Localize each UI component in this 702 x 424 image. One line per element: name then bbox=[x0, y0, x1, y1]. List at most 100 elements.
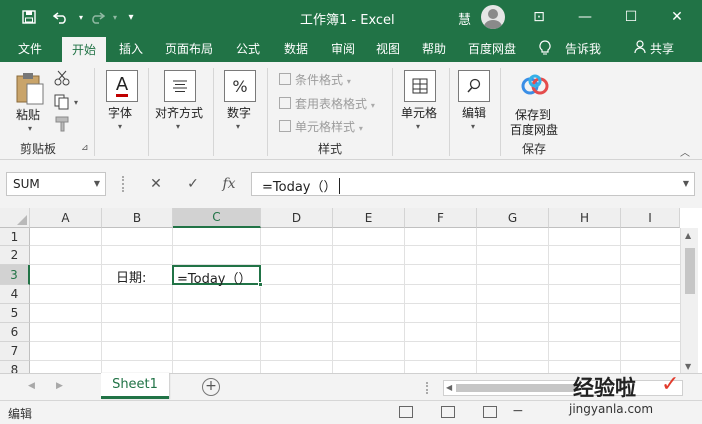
row-header-2[interactable]: 2 bbox=[0, 246, 30, 265]
editing-dropdown-icon[interactable]: ▾ bbox=[471, 122, 475, 131]
tab-baidu-netdisk[interactable]: 百度网盘 bbox=[468, 34, 516, 62]
tab-split-handle[interactable] bbox=[426, 382, 430, 394]
add-sheet-icon[interactable]: + bbox=[202, 378, 220, 396]
dialog-launcher-icon[interactable]: ⊿ bbox=[81, 143, 89, 153]
horizontal-scrollbar[interactable]: ◀ bbox=[443, 380, 683, 396]
cells-icon[interactable] bbox=[404, 70, 436, 102]
column-header-f[interactable]: F bbox=[405, 208, 477, 228]
format-as-table-button[interactable]: 套用表格格式 ▾ bbox=[279, 95, 375, 112]
align-icon[interactable] bbox=[164, 70, 196, 102]
save-icon[interactable] bbox=[18, 6, 40, 28]
next-sheet-icon[interactable]: ▶ bbox=[56, 381, 63, 391]
row-header-7[interactable]: 7 bbox=[0, 342, 30, 361]
customize-qat-button[interactable]: ▾ bbox=[120, 6, 142, 28]
font-dropdown-icon[interactable]: ▾ bbox=[118, 122, 122, 131]
fill-handle[interactable] bbox=[258, 282, 263, 287]
copy-icon[interactable] bbox=[54, 94, 70, 114]
row-header-8[interactable]: 8 bbox=[0, 361, 30, 373]
scroll-down-icon[interactable]: ▼ bbox=[685, 362, 691, 371]
vertical-scrollbar[interactable]: ▲ ▼ bbox=[680, 228, 698, 373]
number-dropdown-icon[interactable]: ▾ bbox=[236, 122, 240, 131]
column-header-b[interactable]: B bbox=[102, 208, 173, 228]
tell-me-search[interactable]: 告诉我 bbox=[565, 34, 601, 62]
page-break-view-icon[interactable] bbox=[483, 406, 497, 418]
horizontal-scroll-thumb[interactable] bbox=[456, 384, 576, 392]
paste-icon[interactable] bbox=[14, 70, 50, 108]
cut-icon[interactable] bbox=[54, 70, 70, 90]
maximize-button[interactable]: ☐ bbox=[608, 0, 654, 34]
insert-function-button[interactable]: fx bbox=[217, 173, 241, 195]
row-header-3[interactable]: 3 bbox=[0, 265, 30, 285]
paste-button[interactable]: 粘贴 bbox=[16, 106, 40, 123]
font-icon[interactable]: A bbox=[106, 70, 138, 102]
tab-view[interactable]: 视图 bbox=[376, 34, 400, 62]
expand-formula-icon[interactable]: ▼ bbox=[683, 179, 689, 188]
close-button[interactable]: ✕ bbox=[654, 0, 700, 34]
cells-dropdown-icon[interactable]: ▾ bbox=[416, 122, 420, 131]
ribbon-separator bbox=[148, 68, 149, 156]
formula-bar-grip[interactable] bbox=[122, 176, 126, 192]
row-header-4[interactable]: 4 bbox=[0, 285, 30, 304]
tab-page-layout[interactable]: 页面布局 bbox=[165, 34, 213, 62]
tab-help[interactable]: 帮助 bbox=[422, 34, 446, 62]
baidu-netdisk-icon[interactable] bbox=[521, 74, 549, 102]
tab-insert[interactable]: 插入 bbox=[119, 34, 143, 62]
search-icon[interactable] bbox=[458, 70, 490, 102]
cell-b3[interactable]: 日期: bbox=[116, 267, 146, 286]
cells-button[interactable]: 单元格 bbox=[401, 104, 437, 121]
tab-data[interactable]: 数据 bbox=[284, 34, 308, 62]
save-group-label: 保存 bbox=[522, 142, 547, 156]
copy-dropdown-icon[interactable]: ▾ bbox=[74, 98, 78, 107]
tab-home[interactable]: 开始 bbox=[62, 37, 107, 62]
column-header-c[interactable]: C bbox=[173, 208, 261, 228]
alignment-dropdown-icon[interactable]: ▾ bbox=[176, 122, 180, 131]
row-header-1[interactable]: 1 bbox=[0, 228, 30, 246]
percent-icon[interactable]: % bbox=[224, 70, 256, 102]
worksheet-grid[interactable]: A B C D E F G H I 1 2 3 4 5 6 7 8 日期: ▲ bbox=[0, 208, 702, 373]
ribbon-display-options-button[interactable]: ⊡ bbox=[516, 0, 562, 34]
tab-formulas[interactable]: 公式 bbox=[236, 34, 260, 62]
column-header-g[interactable]: G bbox=[477, 208, 549, 228]
collapse-ribbon-icon[interactable]: ︿ bbox=[680, 144, 690, 159]
share-button[interactable]: 共享 bbox=[634, 34, 674, 62]
scroll-left-icon[interactable]: ◀ bbox=[446, 383, 452, 392]
minimize-button[interactable]: — bbox=[562, 0, 608, 34]
zoom-out-icon[interactable]: − bbox=[512, 403, 524, 419]
tab-file[interactable]: 文件 bbox=[18, 34, 42, 62]
page-layout-view-icon[interactable] bbox=[441, 406, 455, 418]
avatar[interactable] bbox=[481, 5, 505, 29]
active-cell-c3[interactable]: =Today（） bbox=[172, 265, 263, 287]
sheet-tab-sheet1[interactable]: Sheet1 bbox=[101, 373, 169, 399]
vertical-scroll-thumb[interactable] bbox=[685, 248, 695, 294]
column-header-a[interactable]: A bbox=[30, 208, 102, 228]
lightbulb-icon[interactable] bbox=[539, 34, 551, 62]
prev-sheet-icon[interactable]: ◀ bbox=[28, 381, 35, 391]
number-button[interactable]: 数字 bbox=[227, 104, 251, 121]
tab-review[interactable]: 审阅 bbox=[331, 34, 355, 62]
paste-dropdown-icon[interactable]: ▾ bbox=[28, 124, 32, 133]
format-painter-icon[interactable] bbox=[54, 116, 70, 136]
column-header-i[interactable]: I bbox=[621, 208, 680, 228]
name-box[interactable]: SUM ▼ bbox=[6, 172, 106, 196]
save-to-baidu-line2[interactable]: 百度网盘 bbox=[510, 121, 558, 138]
ribbon-tabs: 文件 开始 插入 页面布局 公式 数据 审阅 视图 帮助 百度网盘 告诉我 共享 bbox=[0, 34, 702, 62]
formula-input[interactable]: =Today（） ▼ bbox=[251, 172, 695, 196]
normal-view-icon[interactable] bbox=[399, 406, 413, 418]
editing-button[interactable]: 编辑 bbox=[462, 104, 486, 121]
chevron-down-icon[interactable]: ▼ bbox=[94, 179, 100, 188]
undo-icon[interactable] bbox=[50, 6, 72, 28]
alignment-button[interactable]: 对齐方式 bbox=[155, 104, 203, 121]
row-header-5[interactable]: 5 bbox=[0, 304, 30, 323]
user-name[interactable]: 慧 bbox=[458, 9, 471, 28]
cancel-icon[interactable]: ✕ bbox=[144, 173, 168, 195]
font-button[interactable]: 字体 bbox=[108, 104, 132, 121]
enter-icon[interactable]: ✓ bbox=[181, 173, 205, 195]
column-header-h[interactable]: H bbox=[549, 208, 621, 228]
conditional-formatting-button[interactable]: 条件格式 ▾ bbox=[279, 71, 351, 88]
select-all-corner[interactable] bbox=[0, 208, 30, 228]
row-header-6[interactable]: 6 bbox=[0, 323, 30, 342]
cell-styles-button[interactable]: 单元格样式 ▾ bbox=[279, 118, 363, 135]
column-header-e[interactable]: E bbox=[333, 208, 405, 228]
scroll-up-icon[interactable]: ▲ bbox=[685, 231, 691, 240]
column-header-d[interactable]: D bbox=[261, 208, 333, 228]
